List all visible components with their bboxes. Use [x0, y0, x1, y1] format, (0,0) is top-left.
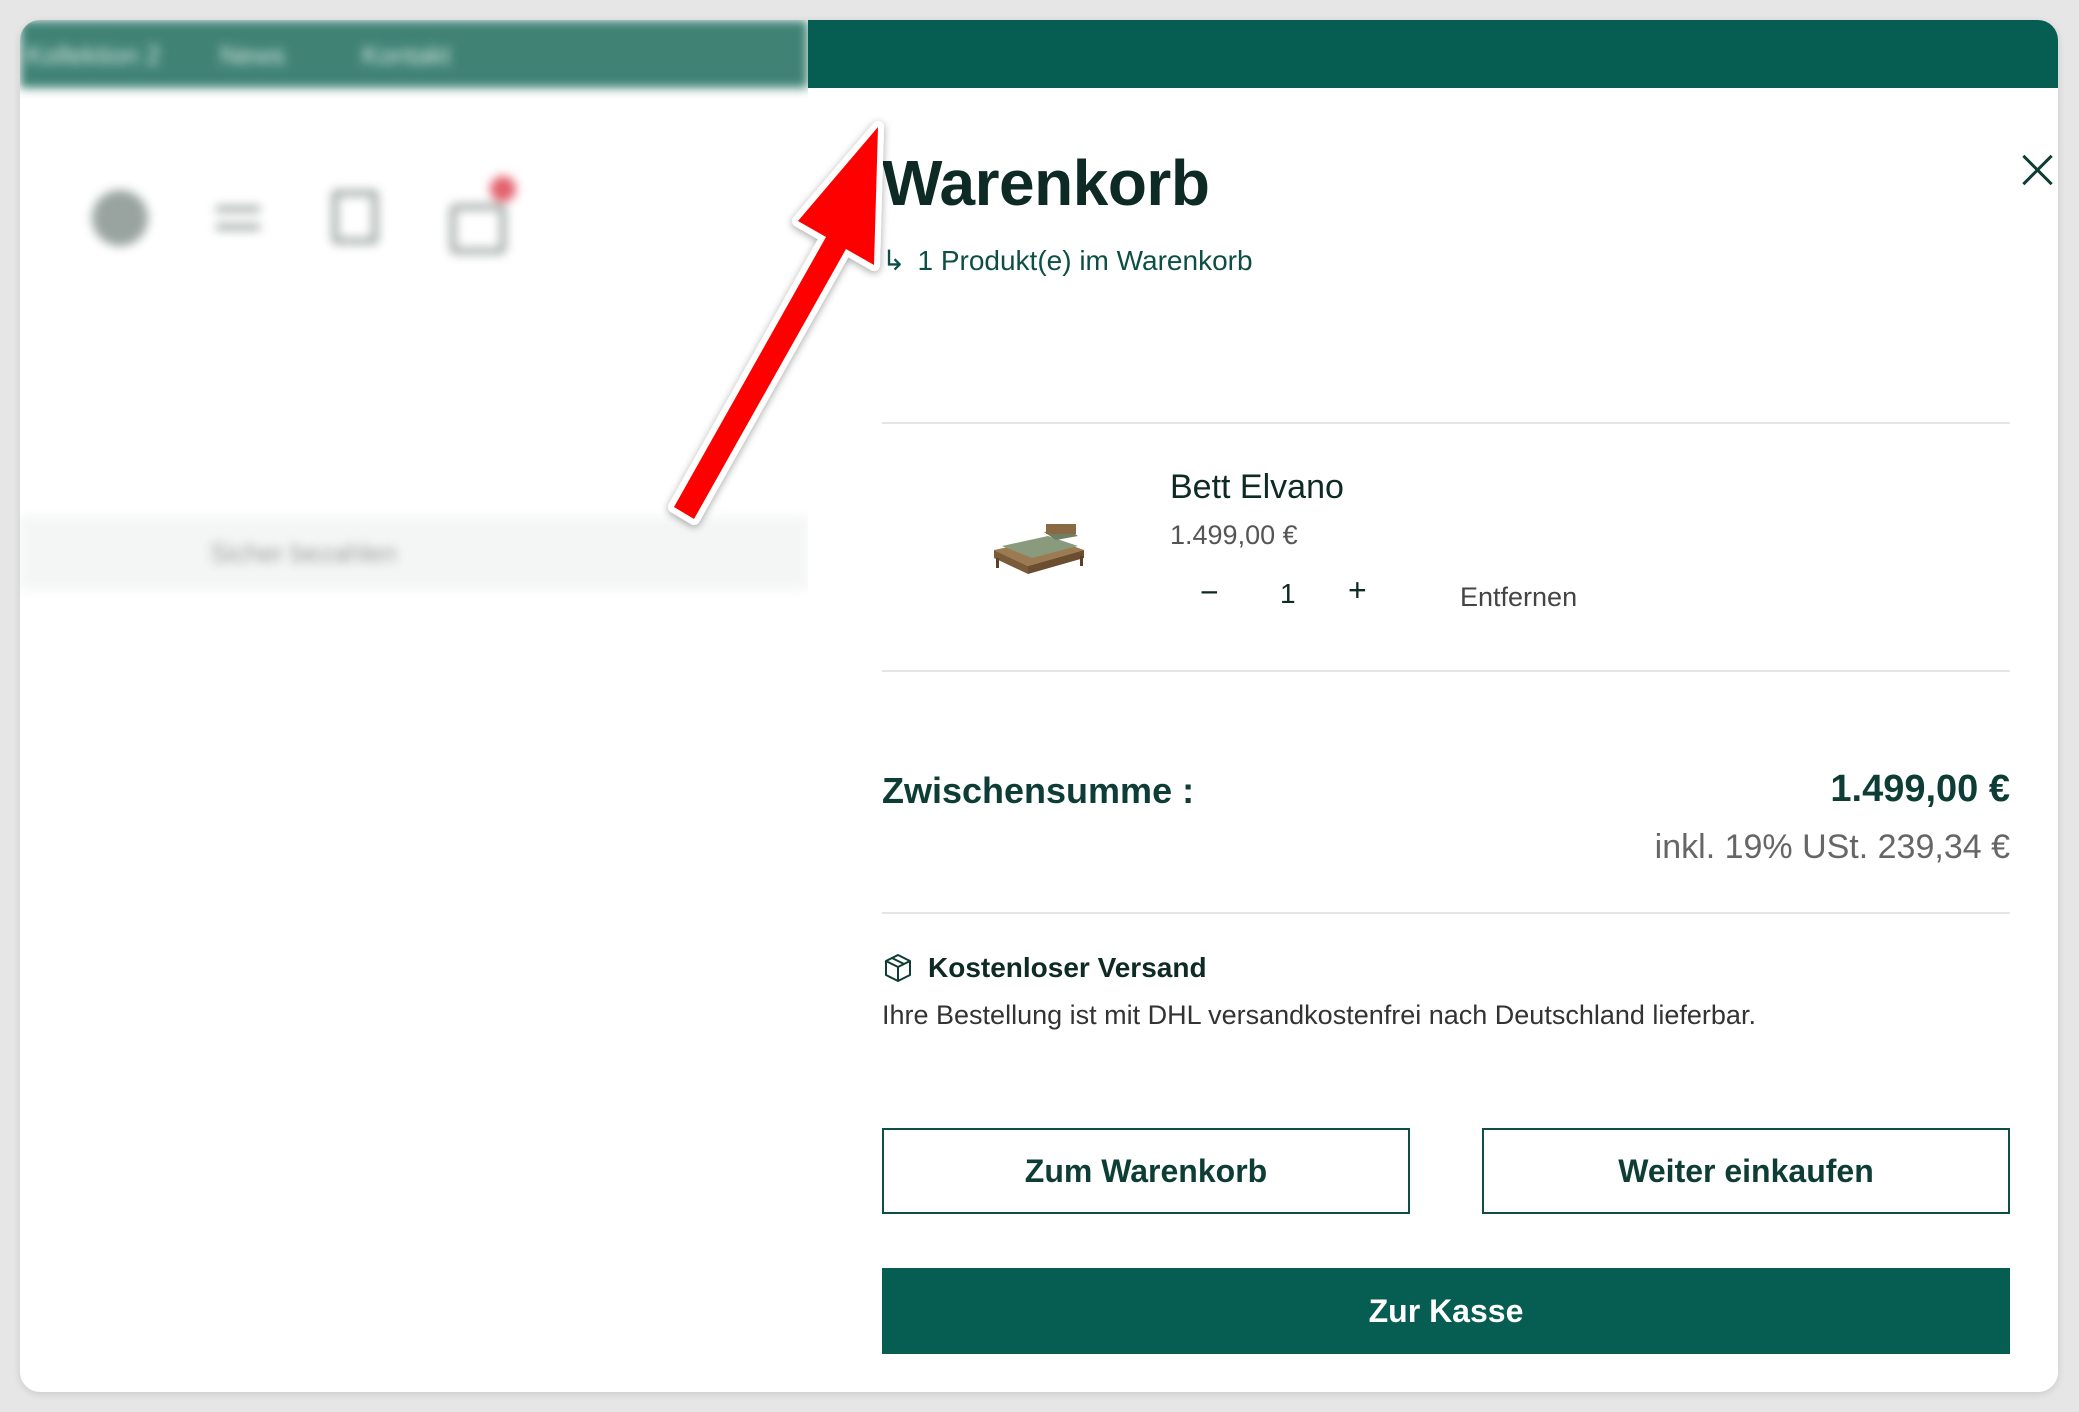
- plus-icon[interactable]: +: [1348, 572, 1367, 609]
- compare-icon: [210, 190, 266, 246]
- divider: [882, 422, 2010, 424]
- background-nav-item: News: [220, 40, 286, 70]
- app-window: Kollektion 2 News Kontakt Sicher bezahle…: [20, 20, 2058, 1392]
- drawer-header-bar: [808, 20, 2058, 88]
- product-price: 1.499,00 €: [1170, 520, 1298, 550]
- checkout-button[interactable]: Zur Kasse: [882, 1268, 2010, 1354]
- account-icon: [92, 190, 148, 246]
- subtotal-label: Zwischensumme :: [882, 770, 1195, 811]
- cart-drawer: Warenkorb ↳ 1 Produkt(e) im Warenkorb Be…: [808, 88, 2058, 1392]
- tax-note: inkl. 19% USt. 239,34 €: [1654, 828, 2010, 866]
- view-cart-button[interactable]: Zum Warenkorb: [882, 1128, 1410, 1214]
- divider: [882, 670, 2010, 672]
- cart-count-row: ↳ 1 Produkt(e) im Warenkorb: [882, 244, 1253, 277]
- divider: [882, 912, 2010, 914]
- continue-shopping-button[interactable]: Weiter einkaufen: [1482, 1128, 2010, 1214]
- shipping-title: Kostenloser Versand: [928, 952, 1207, 983]
- remove-button[interactable]: Entfernen: [1460, 582, 1577, 613]
- shipping-text: Ihre Bestellung ist mit DHL versandkoste…: [882, 1000, 1756, 1030]
- cart-icon: [450, 204, 506, 254]
- cart-badge: [490, 176, 516, 202]
- background-nav: Kollektion 2 News Kontakt: [20, 20, 808, 88]
- product-name[interactable]: Bett Elvano: [1170, 468, 1344, 507]
- cart-title: Warenkorb: [882, 147, 1210, 219]
- minus-icon[interactable]: −: [1200, 574, 1219, 611]
- wishlist-icon: [332, 190, 378, 244]
- background-nav-item: Kontakt: [362, 40, 451, 70]
- quantity-value[interactable]: 1: [1280, 578, 1296, 610]
- subtotal-value: 1.499,00 €: [1830, 768, 2010, 810]
- box-icon: [885, 954, 911, 982]
- bed-product-image[interactable]: [988, 510, 1088, 580]
- annotation-arrow-icon: [668, 121, 884, 525]
- close-icon[interactable]: [2020, 152, 2056, 188]
- cart-count-text: 1 Produkt(e) im Warenkorb: [917, 244, 1253, 276]
- background-nav-item: Kollektion 2: [26, 40, 161, 70]
- secure-pay-text: Sicher bezahlen: [210, 538, 397, 568]
